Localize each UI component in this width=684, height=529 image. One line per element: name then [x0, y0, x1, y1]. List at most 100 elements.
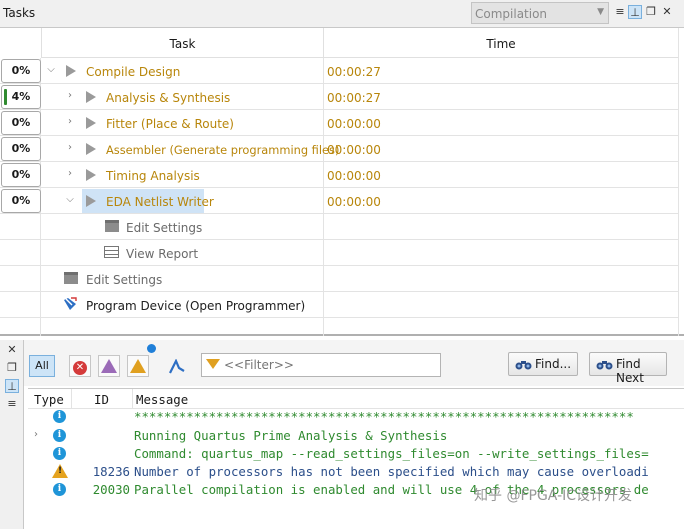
task-row-compile-design[interactable]: 0% ⌵ Compile Design 00:00:27	[0, 58, 678, 84]
warning-filter-button[interactable]	[127, 355, 149, 377]
chevron-down-icon[interactable]: ⌵	[64, 194, 76, 205]
chevron-right-icon[interactable]: ›	[64, 90, 76, 101]
settings-doc-icon	[105, 220, 119, 232]
pin-icon[interactable]: ⊥	[5, 379, 19, 393]
info-icon: i	[53, 447, 66, 460]
task-time: 00:00:27	[327, 91, 381, 105]
find-next-label: Find Next	[616, 357, 644, 385]
report-table-icon	[104, 246, 119, 258]
task-time: 00:00:00	[327, 169, 381, 183]
progress-box: 0%	[1, 59, 41, 83]
task-time: 00:00:00	[327, 117, 381, 131]
task-label[interactable]: Program Device (Open Programmer)	[86, 299, 305, 313]
chevron-right-icon[interactable]: ›	[64, 168, 76, 179]
critical-warning-filter-button[interactable]	[98, 355, 120, 377]
error-filter-button[interactable]: ✕	[69, 355, 91, 377]
chevron-down-icon[interactable]: ⌵	[45, 64, 57, 75]
progress-box: 4%	[1, 85, 41, 109]
task-label[interactable]: Edit Settings	[126, 221, 202, 235]
task-row-fitter[interactable]: 0% › Fitter (Place & Route) 00:00:00	[0, 110, 678, 136]
filter-input[interactable]	[224, 357, 434, 373]
close-icon[interactable]: ✕	[660, 5, 674, 19]
column-divider	[678, 28, 679, 336]
task-label[interactable]: Fitter (Place & Route)	[106, 117, 234, 131]
message-id: 18236	[92, 464, 130, 479]
column-header-time[interactable]: Time	[324, 28, 678, 58]
message-list-header: Type ID Message	[28, 389, 684, 409]
progress-fill	[4, 89, 7, 105]
show-all-button[interactable]: All	[29, 355, 55, 377]
message-text: Command: quartus_map --read_settings_fil…	[134, 446, 649, 461]
message-row[interactable]: 18236 Number of processors has not been …	[28, 463, 684, 481]
task-row-view-report[interactable]: View Report	[0, 240, 678, 266]
task-label[interactable]: Timing Analysis	[106, 169, 200, 183]
chevron-right-icon[interactable]: ›	[64, 142, 76, 153]
error-icon: ✕	[73, 361, 87, 375]
column-header-message[interactable]: Message	[136, 392, 188, 407]
play-icon[interactable]	[86, 117, 96, 129]
tasks-title-bar: Tasks Compilation ▼ ≡ ⊥ ❐ ✕	[0, 0, 684, 28]
play-icon[interactable]	[86, 143, 96, 155]
play-icon[interactable]	[86, 195, 96, 207]
filter-funnel-icon	[206, 359, 220, 369]
binoculars-icon	[596, 361, 613, 370]
column-header-id[interactable]: ID	[94, 392, 109, 407]
critical-warning-icon	[101, 359, 117, 373]
pin-icon[interactable]: ⊥	[628, 5, 642, 19]
menu-icon[interactable]: ≡	[5, 397, 19, 411]
task-row-analysis-synthesis[interactable]: 4% › Analysis & Synthesis 00:00:27	[0, 84, 678, 110]
message-row[interactable]: i Command: quartus_map --read_settings_f…	[28, 445, 684, 463]
message-row[interactable]: › i Running Quartus Prime Analysis & Syn…	[28, 427, 684, 445]
chevron-right-icon[interactable]: ›	[64, 116, 76, 127]
watermark: 知乎 @FPGA-IC设计开发	[474, 488, 633, 504]
suppress-icon	[169, 358, 185, 374]
message-row[interactable]: i **************************************…	[28, 408, 684, 426]
suppress-button[interactable]	[166, 355, 188, 377]
settings-doc-icon	[64, 272, 78, 284]
column-divider	[132, 389, 133, 409]
task-row-assembler[interactable]: 0% › Assembler (Generate programming fil…	[0, 136, 678, 162]
task-row-edit-settings[interactable]: Edit Settings	[0, 266, 678, 292]
flow-select[interactable]: Compilation ▼	[471, 2, 609, 24]
message-id: 20030	[92, 482, 130, 497]
column-header-task[interactable]: Task	[41, 28, 324, 58]
column-header-type[interactable]: Type	[34, 392, 64, 407]
play-icon[interactable]	[66, 65, 76, 77]
progress-percent: 0%	[11, 168, 31, 181]
play-icon[interactable]	[86, 169, 96, 181]
info-icon: i	[53, 483, 66, 496]
progress-percent: 0%	[11, 116, 31, 129]
progress-percent: 0%	[11, 142, 31, 155]
programmer-icon	[64, 297, 77, 310]
task-label[interactable]: EDA Netlist Writer	[106, 195, 214, 209]
play-icon[interactable]	[86, 91, 96, 103]
restore-icon[interactable]: ❐	[644, 5, 658, 19]
flow-select-value: Compilation	[475, 7, 548, 21]
chevron-right-icon[interactable]: ›	[34, 429, 38, 440]
task-label[interactable]: Edit Settings	[86, 273, 162, 287]
progress-percent: 0%	[11, 64, 31, 77]
message-filter[interactable]	[201, 353, 441, 377]
task-row-eda-edit-settings[interactable]: Edit Settings	[0, 214, 678, 240]
info-icon: i	[53, 429, 66, 442]
progress-box: 0%	[1, 163, 41, 187]
task-label[interactable]: Compile Design	[86, 65, 180, 79]
task-row-eda-netlist-writer[interactable]: 0% ⌵ EDA Netlist Writer 00:00:00	[0, 188, 678, 214]
task-label[interactable]: Analysis & Synthesis	[106, 91, 230, 105]
messages-toolbar: All ✕ Find... Find Next	[24, 340, 684, 386]
find-next-button[interactable]: Find Next	[589, 352, 667, 385]
task-row-timing-analysis[interactable]: 0% › Timing Analysis 00:00:00	[0, 162, 678, 188]
task-time: 00:00:27	[327, 65, 381, 79]
restore-icon[interactable]: ❐	[5, 361, 19, 375]
task-label[interactable]: Assembler (Generate programming files)	[106, 143, 339, 157]
task-time: 00:00:00	[327, 195, 381, 209]
task-label[interactable]: View Report	[126, 247, 198, 261]
close-icon[interactable]: ✕	[5, 343, 19, 357]
progress-percent: 0%	[11, 194, 31, 207]
find-button[interactable]: Find...	[508, 352, 578, 376]
find-label: Find...	[535, 357, 572, 371]
menu-icon[interactable]: ≡	[613, 5, 627, 19]
progress-box: 0%	[1, 111, 41, 135]
task-time: 00:00:00	[327, 143, 381, 157]
task-row-program-device[interactable]: Program Device (Open Programmer)	[0, 292, 678, 318]
